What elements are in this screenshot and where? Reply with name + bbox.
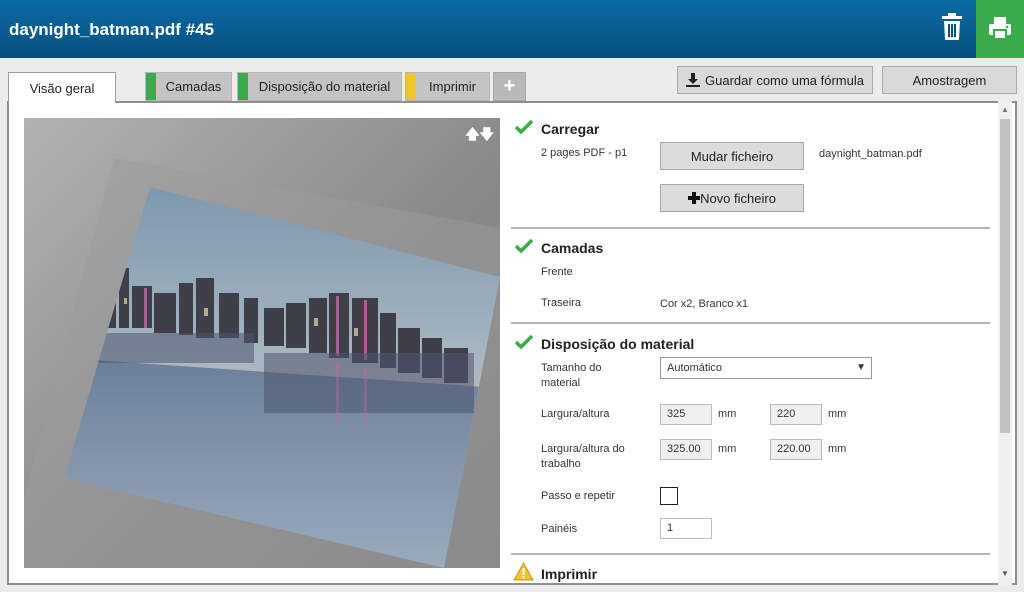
job-height-unit: mm xyxy=(828,443,847,455)
step-repeat-label: Passo e repetir xyxy=(541,490,615,502)
document-title: daynight_batman.pdf #45 xyxy=(9,20,214,39)
section-divider xyxy=(511,227,990,229)
save-formula-button[interactable]: Guardar como uma fórmula xyxy=(677,66,873,94)
job-height-field[interactable]: 220.00 xyxy=(770,439,822,460)
media-size-label: Tamanho do material xyxy=(541,362,602,389)
sampling-button[interactable]: Amostragem xyxy=(882,66,1017,94)
preview-area[interactable]: 🡅🡇 xyxy=(24,118,500,568)
section-divider xyxy=(511,322,990,324)
section-title-layers: Camadas xyxy=(541,240,604,256)
front-label: Frente xyxy=(541,266,573,278)
check-icon xyxy=(515,120,533,134)
status-stripe xyxy=(146,73,156,100)
pages-info: 2 pages PDF - p1 xyxy=(541,147,628,159)
section-divider xyxy=(511,553,990,555)
job-width-height-label: Largura/altura do trabalho xyxy=(541,443,625,470)
tab-media-layout[interactable]: Disposição do material xyxy=(237,72,402,101)
tab-label: Disposição do material xyxy=(258,79,391,94)
width-unit: mm xyxy=(718,408,737,420)
download-icon xyxy=(686,73,701,87)
warning-icon xyxy=(513,562,534,581)
scroll-down-icon[interactable]: ▼ xyxy=(1001,569,1009,578)
check-icon xyxy=(515,239,533,253)
change-file-button[interactable]: Mudar ficheiro xyxy=(660,142,804,170)
back-value: Cor x2, Branco x1 xyxy=(660,298,749,310)
height-unit: mm xyxy=(828,408,847,420)
new-file-label: Novo ficheiro xyxy=(700,190,776,206)
panels-label: Painéis xyxy=(541,523,578,535)
job-width-unit: mm xyxy=(718,443,737,455)
back-label: Traseira xyxy=(541,297,581,309)
status-stripe xyxy=(406,73,416,100)
tab-print[interactable]: Imprimir xyxy=(405,72,490,101)
chevron-down-icon: ▼ xyxy=(856,362,866,373)
scrollbar-thumb[interactable] xyxy=(1000,119,1010,433)
app-header: daynight_batman.pdf #45 xyxy=(0,0,1024,58)
tab-label: Camadas xyxy=(165,79,222,94)
photo-preview xyxy=(24,158,500,568)
main-panel: 🡅🡇 xyxy=(7,101,1017,585)
check-icon xyxy=(515,335,533,349)
new-file-button[interactable]: Novo ficheiro xyxy=(660,184,804,212)
media-size-select[interactable]: Automático ▼ xyxy=(660,357,872,379)
save-formula-label: Guardar como uma fórmula xyxy=(705,72,864,88)
printer-icon xyxy=(989,17,1011,40)
tab-layers[interactable]: Camadas xyxy=(145,72,232,101)
plus-icon xyxy=(688,192,701,204)
step-repeat-checkbox[interactable] xyxy=(660,487,678,505)
scroll-up-icon[interactable]: ▲ xyxy=(1001,105,1009,114)
tab-label: Imprimir xyxy=(429,79,476,94)
section-title-load: Carregar xyxy=(541,121,600,137)
add-tab-button[interactable]: + xyxy=(493,72,526,101)
media-size-value: Automático xyxy=(667,362,723,374)
scrollbar[interactable]: ▲ ▼ xyxy=(998,101,1012,585)
status-stripe xyxy=(238,73,248,100)
panels-field[interactable]: 1 xyxy=(660,518,712,539)
section-title-media: Disposição do material xyxy=(541,336,695,352)
width-height-label: Largura/altura xyxy=(541,408,610,420)
file-name: daynight_batman.pdf xyxy=(819,148,922,160)
trash-icon[interactable] xyxy=(940,13,964,41)
print-button[interactable] xyxy=(976,0,1024,58)
width-field[interactable]: 325 xyxy=(660,404,712,425)
tab-label: Visão geral xyxy=(29,80,95,96)
job-width-field[interactable]: 325.00 xyxy=(660,439,712,460)
section-title-print: Imprimir xyxy=(541,566,598,582)
height-field[interactable]: 220 xyxy=(770,404,822,425)
tab-overview[interactable]: Visão geral xyxy=(8,72,116,103)
sort-arrows-icon[interactable]: 🡅🡇 xyxy=(465,124,494,148)
